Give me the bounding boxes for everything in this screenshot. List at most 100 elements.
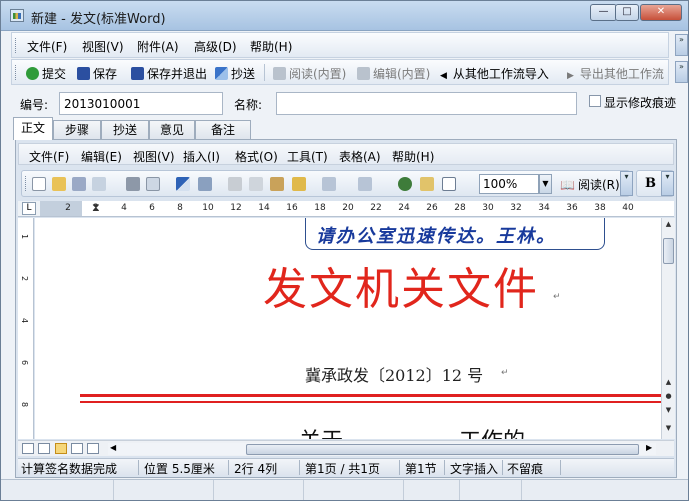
vertical-ruler-tick: 6	[20, 359, 30, 366]
submit-button[interactable]: 提交	[26, 65, 66, 82]
tab-cc[interactable]: 抄送	[101, 120, 149, 139]
show-revisions-checkbox[interactable]	[589, 95, 601, 107]
horizontal-ruler: L 2 2 4 6 8 10 12 14 16 18 20 22 24 26 28 30 32 34 36 38 40 ⧗	[18, 201, 674, 217]
save-button[interactable]: 保存	[77, 65, 117, 82]
document-page[interactable]: 请办公室迅速传达。王林。 发文机关文件 ↵ 冀承政发〔2012〕12 号 ↵ 关…	[35, 218, 661, 439]
zoom-dropdown-icon[interactable]: ▼	[539, 174, 552, 194]
word-menu-tools[interactable]: 工具(T)	[287, 148, 328, 165]
menu-help[interactable]: 帮助(H)	[250, 38, 292, 55]
status-no-revision[interactable]: 不留痕	[507, 460, 543, 477]
issuing-organ-title: 发文机关文件	[263, 264, 539, 315]
next-page-icon[interactable]: ▼	[662, 404, 675, 417]
copy-icon[interactable]	[249, 177, 263, 191]
tab-steps[interactable]: 步骤	[53, 120, 101, 139]
word-menu-format[interactable]: 格式(O)	[235, 148, 278, 165]
menu-view[interactable]: 视图(V)	[82, 38, 124, 55]
status-separator	[299, 460, 300, 475]
print-preview-icon[interactable]	[146, 177, 160, 191]
browse-object-icon[interactable]: ●	[662, 390, 675, 403]
ruler-tick: 30	[482, 203, 494, 213]
spelling-icon[interactable]	[176, 177, 190, 191]
format-painter-icon[interactable]	[292, 177, 306, 191]
word-menu-help[interactable]: 帮助(H)	[392, 148, 434, 165]
ruler-tick: 22	[370, 203, 382, 213]
tab-opinions[interactable]: 意见	[149, 120, 195, 139]
word-standard-toolbar: 100% ▼ 📖 阅读(R)	[21, 170, 630, 197]
document-number: 冀承政发〔2012〕12 号	[305, 366, 484, 385]
word-read-button[interactable]: 📖 阅读(R)	[560, 176, 620, 193]
import-workflow-button[interactable]: ◀ 从其他工作流导入	[440, 65, 549, 82]
close-button[interactable]: ✕	[640, 4, 682, 21]
tab-body[interactable]: 正文	[13, 117, 53, 140]
status-insert-mode[interactable]: 文字插入	[450, 460, 498, 477]
word-toolbar-grip[interactable]	[25, 176, 28, 191]
toolbar-grip[interactable]	[15, 65, 18, 80]
outline-view-icon[interactable]	[71, 443, 83, 454]
vertical-scrollbar[interactable]: ▲ ▲ ● ▼ ▼	[661, 218, 675, 439]
vertical-ruler-tick: 1	[20, 233, 30, 240]
save-icon[interactable]	[72, 177, 86, 191]
permission-icon[interactable]	[92, 177, 106, 191]
tables-borders-icon[interactable]	[420, 177, 434, 191]
paste-icon[interactable]	[270, 177, 284, 191]
number-input[interactable]: 2013010001	[59, 92, 223, 115]
maximize-button[interactable]: □	[615, 4, 639, 21]
print-icon[interactable]	[126, 177, 140, 191]
menu-attachment[interactable]: 附件(A)	[137, 38, 179, 55]
menu-advanced[interactable]: 高级(D)	[194, 38, 237, 55]
word-toolbar-overflow-icon[interactable]: ▾	[620, 171, 633, 196]
insert-table-icon[interactable]	[442, 177, 456, 191]
instruction-note-text: 请办公室迅速传达。王林。	[316, 226, 556, 247]
undo-icon[interactable]	[322, 177, 336, 191]
zoom-input[interactable]: 100%	[479, 174, 539, 194]
export-workflow-button[interactable]: ▶ 导出其他工作流	[567, 65, 664, 82]
scroll-right-icon[interactable]: ▶	[646, 443, 652, 452]
tab-remarks[interactable]: 备注	[195, 120, 251, 139]
menu-file[interactable]: 文件(F)	[27, 38, 67, 55]
horizontal-scrollbar[interactable]: ◀ ▶	[108, 443, 656, 455]
bold-button[interactable]: B	[645, 176, 656, 191]
cc-button[interactable]: 抄送	[215, 65, 255, 82]
vertical-ruler[interactable]: 1246810	[18, 218, 34, 452]
word-menu-file[interactable]: 文件(F)	[29, 148, 69, 165]
edit-embedded-button[interactable]: 编辑(内置)	[357, 65, 430, 82]
open-folder-icon[interactable]	[52, 177, 66, 191]
minimize-button[interactable]: —	[590, 4, 617, 21]
heading-right: 工作的	[459, 423, 525, 439]
reading-view-icon[interactable]	[87, 443, 99, 454]
hyperlink-icon[interactable]	[398, 177, 412, 191]
normal-view-icon[interactable]	[22, 443, 34, 454]
new-document-icon[interactable]	[32, 177, 46, 191]
cut-icon[interactable]	[228, 177, 242, 191]
ruler-tick: 20	[342, 203, 354, 213]
scroll-up-icon[interactable]: ▲	[662, 218, 675, 231]
horizontal-scroll-thumb[interactable]	[246, 444, 639, 455]
research-icon[interactable]	[198, 177, 212, 191]
ruler-tick: 32	[510, 203, 522, 213]
redo-icon[interactable]	[358, 177, 372, 191]
scroll-down-icon[interactable]: ▼	[662, 422, 675, 435]
status-separator	[502, 460, 503, 475]
toolbar-overflow-icon[interactable]: »	[675, 61, 688, 83]
print-layout-icon[interactable]	[55, 443, 67, 454]
web-view-icon[interactable]	[38, 443, 50, 454]
scroll-left-icon[interactable]: ◀	[110, 443, 116, 452]
word-menu-insert[interactable]: 插入(I)	[183, 148, 220, 165]
previous-page-icon[interactable]: ▲	[662, 376, 675, 389]
menubar-overflow-icon[interactable]: »	[675, 34, 688, 56]
word-menu-table[interactable]: 表格(A)	[339, 148, 381, 165]
name-input[interactable]	[276, 92, 577, 115]
ruler-scale[interactable]: 2 2 4 6 8 10 12 14 16 18 20 22 24 26 28 30 32 34 36 38 40 ⧗	[40, 201, 674, 216]
word-menu-view[interactable]: 视图(V)	[133, 148, 175, 165]
indent-marker-icon[interactable]: ⧗	[92, 201, 100, 215]
status-cell	[304, 480, 404, 500]
vertical-scroll-thumb[interactable]	[663, 238, 674, 264]
tab-stop-selector[interactable]: L	[22, 202, 36, 215]
format-toolbar-overflow-icon[interactable]: ▾	[661, 171, 674, 196]
menubar-grip[interactable]	[15, 38, 18, 53]
main-window: 新建 - 发文(标准Word) — □ ✕ 文件(F) 视图(V) 附件(A) …	[0, 0, 689, 501]
word-menu-edit[interactable]: 编辑(E)	[81, 148, 122, 165]
save-exit-button[interactable]: 保存并退出	[131, 65, 207, 82]
read-embedded-button[interactable]: 阅读(内置)	[273, 65, 346, 82]
title-bar: 新建 - 发文(标准Word) — □ ✕	[1, 1, 688, 31]
